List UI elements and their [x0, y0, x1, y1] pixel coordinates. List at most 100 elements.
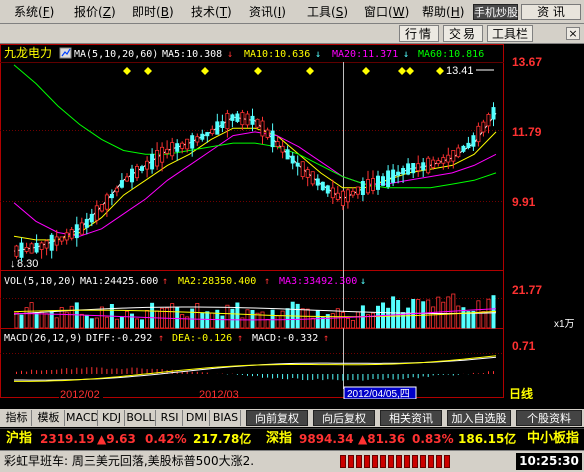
tab-indicator[interactable]: 指标: [2, 410, 32, 426]
volume-bar: [355, 311, 360, 329]
status-indicator-box: [348, 455, 354, 468]
volume-bar: [235, 302, 240, 329]
volume-bar: [125, 310, 130, 329]
sz-index-amount: 186.15亿: [458, 432, 517, 446]
candle-body: [386, 170, 391, 188]
period-label[interactable]: 日线: [509, 386, 533, 399]
vol-label: VOL(5,10,20): [4, 276, 76, 287]
add-watchlist-button[interactable]: 加入自选股: [447, 410, 511, 426]
low-price-marker: 8.30: [17, 258, 38, 270]
tab-macd[interactable]: MACD: [66, 410, 98, 426]
price-tick-high: 13.67: [512, 55, 542, 69]
menu-quote[interactable]: 报价(Z): [74, 5, 116, 19]
volume-bar: [456, 305, 461, 329]
menu-system[interactable]: 系统(F): [14, 5, 54, 19]
news-ticker-text[interactable]: 彩虹早班车: 周三美元回落,美股标普500大涨2.: [4, 454, 254, 469]
candle-body: [391, 169, 396, 183]
kline-chart-area[interactable]: 九龙电力 MA(5,10,20,60) MA5:10.308 ↓ MA10:10…: [0, 44, 584, 399]
svg-text:2012/03: 2012/03: [199, 389, 239, 399]
chart-svg[interactable]: 九龙电力 MA(5,10,20,60) MA5:10.308 ↓ MA10:10…: [0, 44, 584, 399]
info-button[interactable]: 资 讯: [521, 4, 581, 20]
candle-body: [340, 190, 345, 206]
status-indicator-box: [388, 455, 394, 468]
menu-tools[interactable]: 工具(S): [307, 5, 348, 19]
related-news-button[interactable]: 相关资讯: [380, 410, 442, 426]
candle-body: [350, 190, 355, 196]
menu-window[interactable]: 窗口(W): [364, 5, 409, 19]
tab-template[interactable]: 模板: [33, 410, 65, 426]
tab-rsi[interactable]: RSI: [157, 410, 183, 426]
volume-bar: [225, 304, 230, 329]
backward-adjust-button[interactable]: 向后复权: [313, 410, 375, 426]
candle-body: [345, 189, 350, 203]
candle-body: [466, 142, 471, 149]
candle-body: [330, 187, 335, 199]
menu-news[interactable]: 资讯(I): [249, 5, 286, 19]
toolbar-toggle-button[interactable]: 工具栏: [487, 25, 533, 42]
candle-body: [19, 242, 24, 258]
tab-boll[interactable]: BOLL: [126, 410, 156, 426]
dea-value: DEA:-0.126: [172, 333, 232, 344]
candle-body: [225, 113, 230, 130]
vol-ma2-arrow-icon: ↑: [264, 276, 270, 287]
volume-bar: [175, 307, 180, 329]
close-icon[interactable]: ×: [566, 27, 580, 40]
ma-settings-icon[interactable]: [59, 47, 72, 59]
candlesticks: [14, 102, 496, 262]
candle-body: [456, 147, 461, 158]
quote-view-button[interactable]: 行情: [399, 25, 439, 42]
volume-bar: [145, 309, 150, 329]
date-label-mar: 2012/03: [199, 389, 239, 399]
candle-body: [230, 114, 235, 121]
candle-body: [160, 146, 165, 163]
candle-body: [79, 222, 84, 235]
menu-bar: 系统(F) 报价(Z) 即时(B) 技术(T) 资讯(I) 工具(S) 窗口(W…: [0, 0, 584, 24]
candle-body: [150, 153, 155, 170]
diff-arrow-icon: ↑: [158, 333, 164, 344]
candle-body: [235, 113, 240, 122]
event-diamond-icon: [362, 67, 370, 75]
candle-body: [94, 205, 99, 221]
candle-body: [170, 142, 175, 157]
vol-ma2: MA2:28350.400: [178, 276, 256, 287]
menu-realtime[interactable]: 即时(B): [132, 5, 174, 19]
tab-bias[interactable]: BIAS: [211, 410, 241, 426]
candle-body: [315, 178, 320, 186]
forward-adjust-button[interactable]: 向前复权: [246, 410, 308, 426]
volume-bar: [29, 302, 34, 329]
volume-bar: [426, 299, 431, 329]
status-indicator-box: [428, 455, 434, 468]
candle-body: [99, 204, 104, 212]
macd-arrow-icon: ↑: [323, 333, 329, 344]
status-indicator-box: [420, 455, 426, 468]
connection-indicator: [340, 455, 458, 469]
status-indicator-box: [412, 455, 418, 468]
index-ticker[interactable]: 沪指 2319.19 ▲9.63 0.42% 217.78亿 深指 9894.3…: [0, 428, 584, 449]
volume-bar: [245, 309, 250, 329]
event-diamond-icon: [436, 67, 444, 75]
volume-bar: [275, 315, 280, 329]
ma10-arrow-icon: ↓: [315, 49, 321, 60]
event-diamond-icon: [398, 67, 406, 75]
trade-button[interactable]: 交易: [443, 25, 483, 42]
menu-tech[interactable]: 技术(T): [191, 5, 232, 19]
candle-body: [481, 121, 486, 133]
volume-bar: [375, 305, 380, 329]
menu-help[interactable]: 帮助(H): [422, 5, 464, 19]
status-indicator-box: [444, 455, 450, 468]
tab-kdj[interactable]: KDJ: [99, 410, 125, 426]
candle-body: [54, 236, 59, 246]
volume-bar: [134, 318, 139, 329]
sz-index-name: 深指: [266, 431, 293, 446]
volume-bar: [119, 316, 124, 329]
macd-tick: 0.71: [512, 339, 536, 353]
candle-body: [245, 113, 250, 126]
candle-body: [325, 185, 330, 194]
volume-bar: [54, 317, 59, 329]
event-diamond-icon: [201, 67, 209, 75]
mobile-trading-button[interactable]: 手机炒股: [473, 4, 518, 20]
candle-body: [355, 186, 360, 195]
stock-profile-button[interactable]: 个股资料: [516, 410, 582, 426]
candle-body: [320, 181, 325, 191]
tab-dmi[interactable]: DMI: [184, 410, 210, 426]
